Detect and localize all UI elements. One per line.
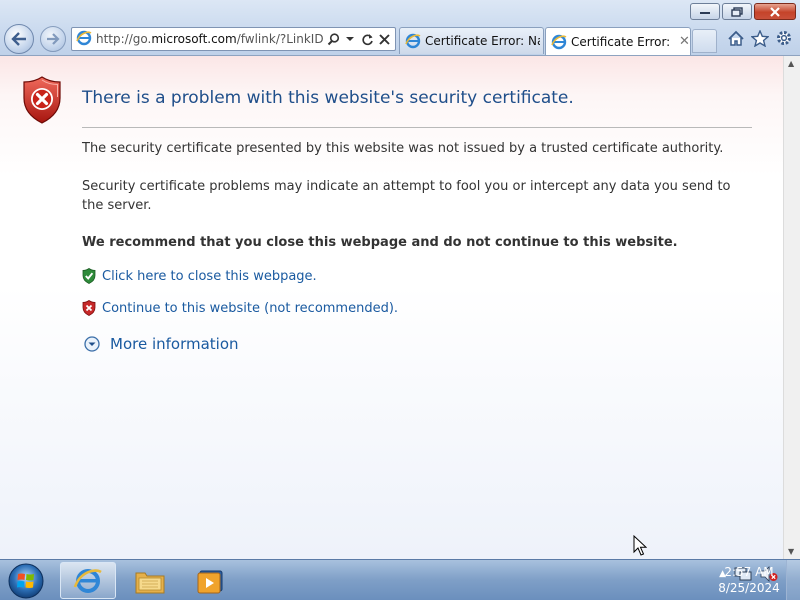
url-domain: microsoft.com (151, 32, 237, 46)
restore-button[interactable] (722, 3, 752, 20)
gear-icon[interactable] (774, 28, 794, 48)
divider (82, 127, 752, 128)
close-window-button[interactable] (754, 3, 796, 20)
close-webpage-link-text[interactable]: Click here to close this webpage. (102, 269, 317, 284)
url-text[interactable]: http://go.microsoft.com/fwlink/?LinkID=1… (96, 32, 324, 46)
continue-website-link[interactable]: Continue to this website (not recommende… (82, 300, 398, 316)
window-controls (690, 3, 796, 20)
forward-arrow-icon (47, 33, 60, 45)
back-button[interactable] (4, 24, 34, 54)
expand-chevron-icon (84, 336, 100, 352)
tab-certificate-error-2[interactable]: Certificate Error: ... ✕ (545, 27, 691, 55)
refresh-icon[interactable] (359, 31, 375, 47)
forward-button[interactable] (40, 26, 66, 52)
favorites-star-icon[interactable] (750, 28, 770, 48)
continue-website-link-text[interactable]: Continue to this website (not recommende… (102, 301, 398, 316)
recommendation-text: We recommend that you close this webpage… (82, 235, 678, 250)
address-bar[interactable]: http://go.microsoft.com/fwlink/?LinkID=1… (71, 27, 396, 51)
taskbar-media-player[interactable] (182, 562, 238, 599)
page-content: There is a problem with this website's s… (0, 56, 783, 559)
page-title: There is a problem with this website's s… (82, 88, 574, 108)
stop-icon[interactable] (376, 31, 392, 47)
ie-tab-icon (551, 34, 567, 49)
ie-tab-icon (405, 33, 421, 49)
ie-page-icon (76, 30, 92, 49)
close-tab-icon[interactable]: ✕ (679, 34, 690, 49)
close-webpage-link[interactable]: Click here to close this webpage. (82, 268, 317, 284)
media-player-icon (197, 570, 223, 593)
clock-time: 2:57 AM (724, 565, 774, 579)
browser-chrome: http://go.microsoft.com/fwlink/?LinkID=1… (0, 0, 800, 56)
taskbar-windows-explorer[interactable] (122, 562, 178, 599)
internet-explorer-icon (73, 568, 102, 593)
url-prefix: http://go. (96, 32, 152, 46)
scroll-down-arrow-icon[interactable]: ▼ (788, 547, 794, 556)
scroll-up-arrow-icon[interactable]: ▲ (788, 59, 794, 68)
system-clock[interactable]: 2:57 AM 8/25/2024 (716, 564, 782, 596)
tab-title: Certificate Error: Na... (425, 34, 540, 48)
more-information-toggle[interactable]: More information (84, 335, 239, 353)
red-shield-x-icon (82, 300, 96, 316)
show-desktop-button[interactable] (786, 560, 800, 600)
clock-date: 8/25/2024 (718, 581, 780, 595)
dropdown-icon[interactable] (342, 31, 358, 47)
taskbar: ▲ 2:57 AM 8/25/2024 (0, 559, 800, 600)
warning-text: Security certificate problems may indica… (82, 179, 731, 213)
start-orb-icon[interactable] (6, 561, 46, 600)
tab-certificate-error-1[interactable]: Certificate Error: Na... (399, 27, 544, 54)
new-tab-button[interactable] (692, 29, 717, 53)
back-arrow-icon (11, 32, 26, 46)
green-shield-check-icon (82, 268, 96, 284)
home-icon[interactable] (726, 28, 746, 48)
minimize-button[interactable] (690, 3, 720, 20)
url-path: /fwlink/?LinkID=19 (236, 32, 324, 46)
vertical-scrollbar[interactable]: ▲ ▼ (783, 56, 800, 559)
mouse-cursor-icon (633, 535, 647, 556)
explanation-text: The security certificate presented by th… (82, 141, 724, 156)
more-information-label[interactable]: More information (110, 335, 239, 353)
search-icon[interactable] (325, 31, 341, 47)
red-shield-error-icon (23, 76, 61, 124)
taskbar-internet-explorer[interactable] (60, 562, 116, 599)
folder-icon (135, 572, 165, 593)
tab-title: Certificate Error: ... (571, 34, 671, 49)
